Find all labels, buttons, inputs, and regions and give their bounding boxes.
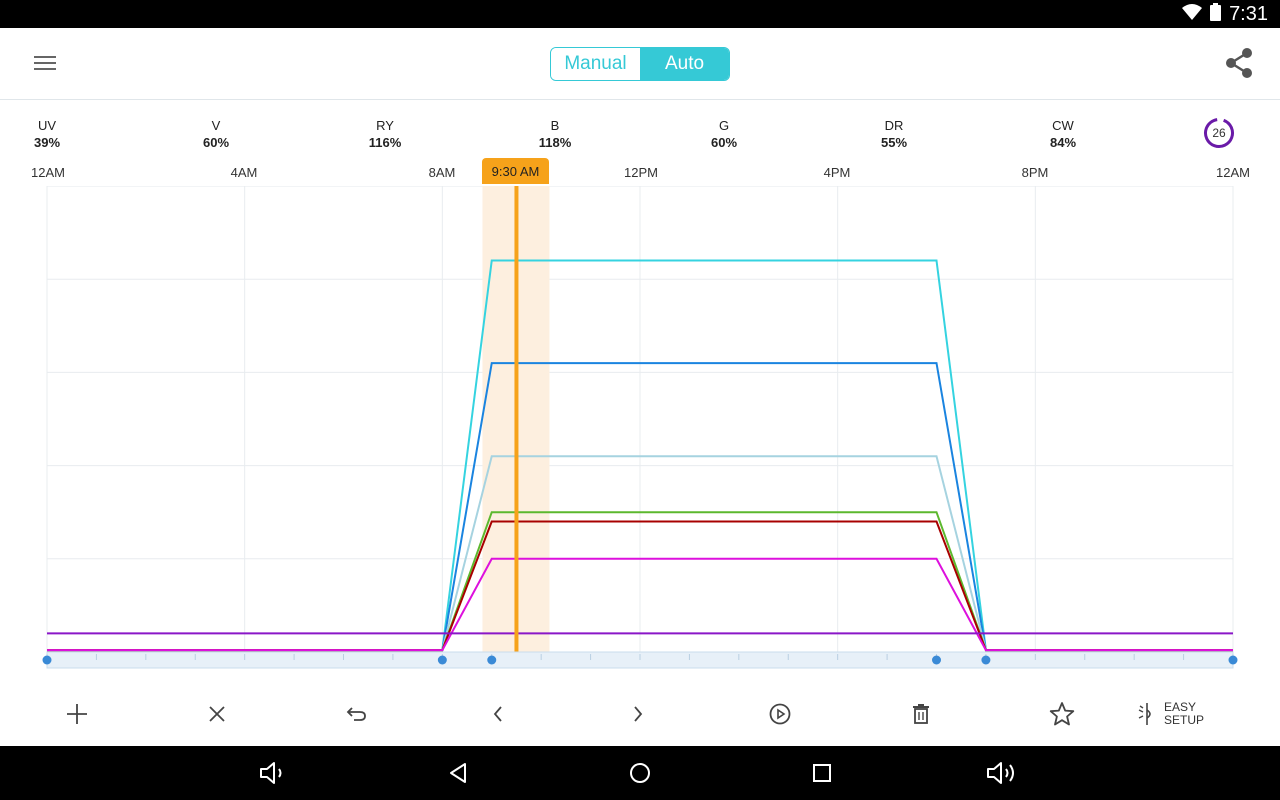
channel-value: 60% — [202, 135, 230, 150]
channel-value: 84% — [1049, 135, 1077, 150]
star-icon — [1049, 702, 1075, 726]
control-point-marker[interactable] — [487, 655, 497, 665]
home-circle-icon — [630, 763, 650, 783]
channel-g[interactable]: G 60% — [684, 118, 764, 151]
channel-dr[interactable]: DR 55% — [854, 118, 934, 151]
channel-b[interactable]: B 118% — [515, 118, 595, 151]
schedule-chart[interactable] — [0, 186, 1280, 676]
easy-setup-line2: SETUP — [1164, 713, 1205, 727]
easy-setup-button[interactable]: EASY SETUP — [1138, 696, 1208, 732]
light-bulb-icon — [1138, 703, 1151, 725]
counter-badge[interactable]: 26 — [1203, 117, 1235, 149]
bottom-toolbar: EASY SETUP — [0, 686, 1280, 740]
system-nav-bar — [0, 746, 1280, 800]
wifi-icon — [1182, 4, 1203, 24]
volume-up-icon — [987, 762, 1014, 784]
channel-value: 55% — [880, 135, 908, 150]
channel-name: G — [718, 118, 730, 133]
channel-ry[interactable]: RY 116% — [345, 118, 425, 151]
x-tick-label: 12AM — [31, 165, 65, 180]
chevron-right-icon — [634, 706, 643, 722]
channel-name: RY — [376, 118, 394, 133]
x-tick-label: 8PM — [1021, 165, 1049, 180]
counter-value: 26 — [1212, 126, 1226, 140]
remove-point-button[interactable] — [197, 694, 237, 734]
status-bar: 7:31 — [0, 0, 1280, 28]
mode-auto-button[interactable]: Auto — [640, 48, 729, 80]
x-tick-label: 8AM — [428, 165, 456, 180]
status-time: 7:31 — [1229, 2, 1268, 25]
favorite-button[interactable] — [1042, 694, 1082, 734]
volume-down-icon — [260, 762, 282, 784]
plus-icon — [67, 704, 87, 724]
back-triangle-icon — [450, 763, 466, 783]
app-bar: Manual Auto — [0, 28, 1280, 100]
time-axis-labels: 12AM 4AM 8AM 12PM 4PM 8PM 12AM — [0, 160, 1280, 186]
back-button[interactable] — [441, 756, 475, 790]
control-point-marker[interactable] — [437, 655, 447, 665]
app-root: 7:31 Manual Auto UV 39% V 60% RY 116% B … — [0, 0, 1280, 800]
trash-icon — [913, 704, 929, 724]
mode-manual-button[interactable]: Manual — [551, 48, 640, 80]
x-tick-label: 4PM — [823, 165, 851, 180]
channel-name: UV — [37, 118, 57, 133]
current-time-badge[interactable]: 9:30 AM — [482, 158, 549, 184]
channel-name: B — [550, 118, 560, 133]
channel-value: 60% — [710, 135, 738, 150]
channel-cw[interactable]: CW 84% — [1023, 118, 1103, 151]
battery-icon — [1210, 3, 1222, 25]
delete-button[interactable] — [901, 694, 941, 734]
share-icon — [1226, 48, 1252, 78]
channel-v[interactable]: V 60% — [176, 118, 256, 151]
home-button[interactable] — [623, 756, 657, 790]
x-tick-label: 4AM — [230, 165, 258, 180]
recents-square-icon — [813, 764, 831, 782]
next-point-button[interactable] — [618, 694, 658, 734]
channel-value: 116% — [368, 135, 402, 150]
recents-button[interactable] — [805, 756, 839, 790]
share-button[interactable] — [1222, 46, 1256, 80]
volume-down-button[interactable] — [256, 756, 290, 790]
channel-value: 39% — [33, 135, 61, 150]
undo-icon — [346, 707, 366, 721]
channel-name: DR — [884, 118, 904, 133]
menu-button[interactable] — [30, 48, 60, 78]
channel-name: CW — [1052, 118, 1074, 133]
previous-point-button[interactable] — [478, 694, 518, 734]
channel-uv[interactable]: UV 39% — [7, 118, 87, 151]
x-tick-label: 12AM — [1216, 165, 1250, 180]
control-point-marker[interactable] — [932, 655, 941, 665]
channel-row: UV 39% V 60% RY 116% B 118% G 60% DR 55%… — [0, 112, 1280, 156]
chevron-left-icon — [493, 706, 502, 722]
channel-value: 118% — [538, 135, 572, 150]
control-point-marker[interactable] — [42, 655, 52, 665]
preview-play-button[interactable] — [760, 694, 800, 734]
easy-setup-label: EASY SETUP — [1164, 701, 1208, 727]
play-circle-icon — [769, 703, 791, 725]
mode-toggle: Manual Auto — [550, 47, 730, 81]
channel-name: V — [211, 118, 221, 133]
control-point-marker[interactable] — [981, 655, 991, 665]
x-tick-label: 12PM — [624, 165, 658, 180]
hamburger-icon — [34, 56, 56, 70]
control-point-marker[interactable] — [1228, 655, 1238, 665]
close-icon — [209, 706, 225, 722]
status-icons: 7:31 — [1182, 0, 1268, 28]
undo-button[interactable] — [337, 694, 377, 734]
chart-svg — [42, 186, 1238, 669]
add-point-button[interactable] — [57, 694, 97, 734]
volume-up-button[interactable] — [985, 756, 1019, 790]
